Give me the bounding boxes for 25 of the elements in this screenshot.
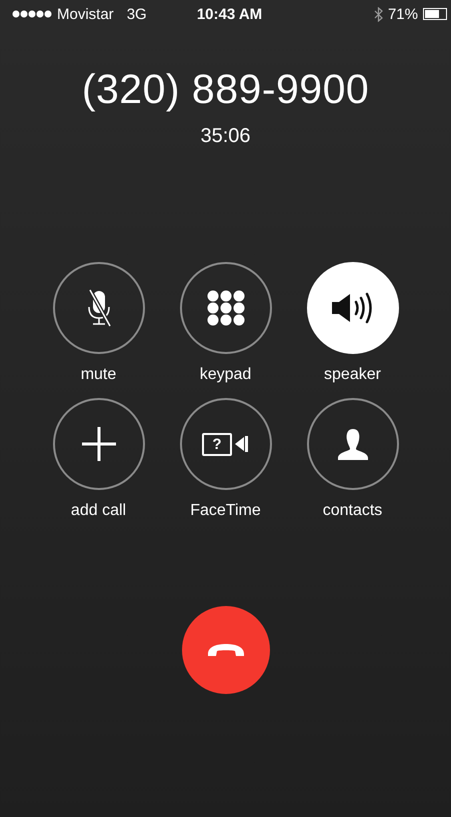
network-type: 3G	[126, 6, 147, 22]
battery-icon	[423, 8, 447, 20]
muted-microphone-icon	[86, 289, 112, 327]
button-label: keypad	[200, 366, 252, 384]
keypad-icon	[206, 290, 244, 326]
bluetooth-icon	[374, 6, 383, 22]
status-time: 10:43 AM	[196, 6, 262, 22]
signal-strength-icon	[12, 10, 52, 18]
button-label: FaceTime	[190, 502, 261, 520]
phone-number: (320) 889-9900	[82, 66, 370, 113]
button-label: add call	[70, 502, 126, 520]
button-label: speaker	[324, 366, 381, 384]
call-duration: 35:06	[200, 125, 251, 148]
carrier-name: Movistar	[57, 6, 114, 22]
phone-handset-icon	[206, 642, 246, 658]
battery-percentage: 71%	[388, 6, 418, 22]
button-label: mute	[80, 366, 116, 384]
add-button[interactable]	[52, 398, 144, 490]
plus-icon	[80, 426, 116, 462]
facetime-button[interactable]: ?	[180, 398, 272, 490]
person-icon	[336, 427, 370, 461]
keypad-button[interactable]	[180, 262, 272, 354]
button-label: contacts	[322, 502, 382, 520]
mute-button[interactable]	[52, 262, 144, 354]
contacts-button[interactable]	[306, 398, 398, 490]
